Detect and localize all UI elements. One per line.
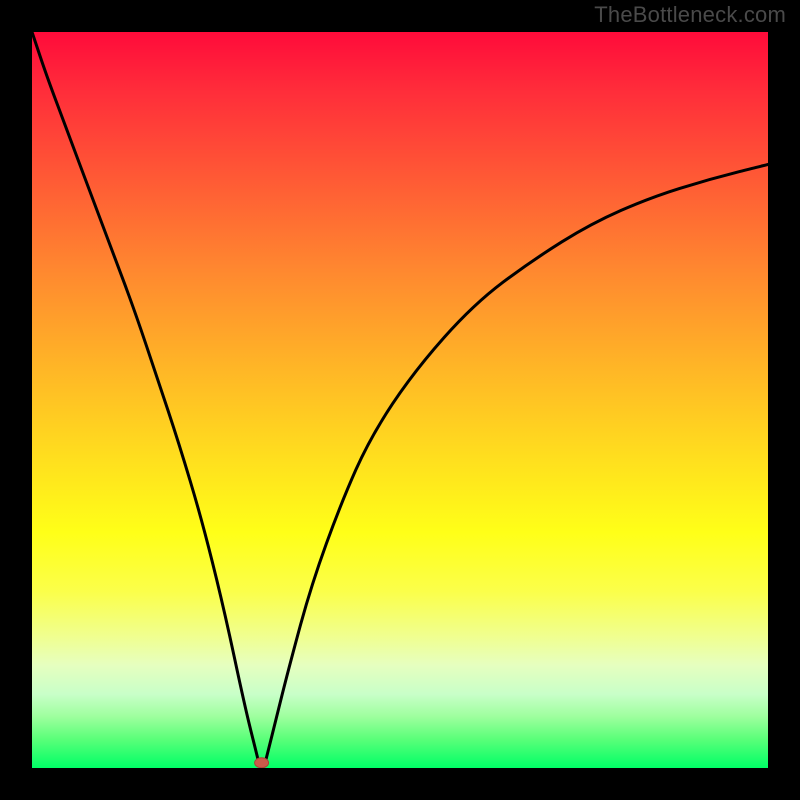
plot-area [32,32,768,768]
bottleneck-curve [32,32,768,768]
watermark-text: TheBottleneck.com [594,2,786,28]
chart-container: TheBottleneck.com [0,0,800,800]
optimal-point-marker [255,758,269,768]
